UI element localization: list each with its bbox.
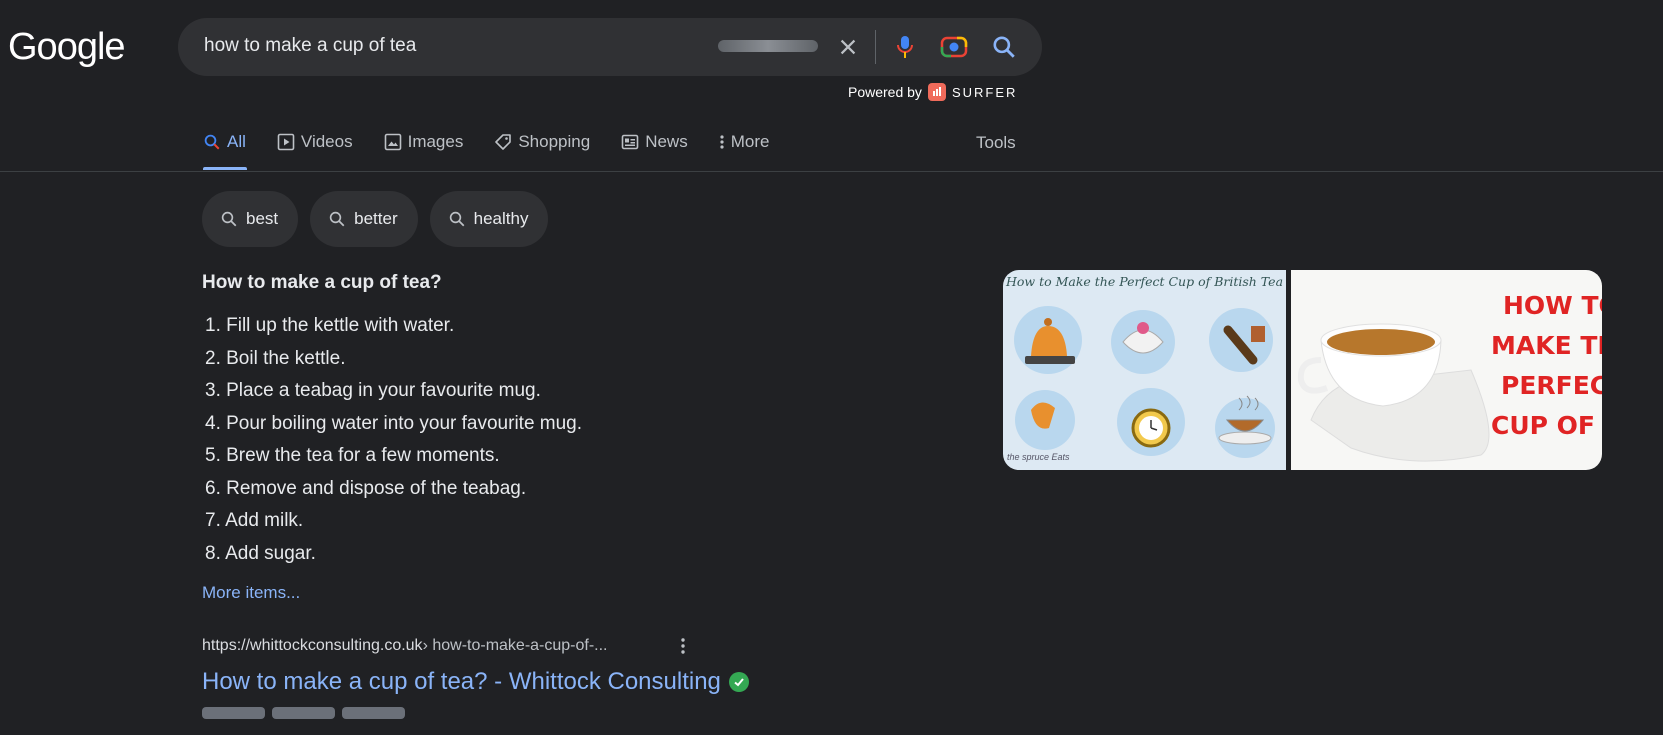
skeleton-line <box>272 707 335 719</box>
tools-button[interactable]: Tools <box>976 133 1016 153</box>
powered-by-label: Powered by <box>848 84 922 100</box>
more-items-link[interactable]: More items... <box>202 583 300 603</box>
tea-steps-illustration <box>1014 306 1275 458</box>
list-item: 1. Fill up the kettle with water. <box>205 315 455 336</box>
more-vert-icon <box>720 135 724 149</box>
tab-news[interactable]: News <box>621 132 688 152</box>
tab-label: Shopping <box>518 132 591 151</box>
chip-label: healthy <box>473 209 529 228</box>
redacted-placeholder <box>718 40 818 52</box>
list-item: 8. Add sugar. <box>205 542 316 564</box>
thumbnail-text: MAKE TH <box>1491 331 1602 360</box>
tab-all[interactable]: All <box>203 132 246 152</box>
surfer-brand: SURFER <box>951 84 1018 100</box>
tab-label: Images <box>407 132 464 151</box>
chip-healthy[interactable]: healthy <box>429 191 549 247</box>
result-title-link[interactable]: How to make a cup of tea? - Whittock Con… <box>202 668 749 696</box>
list-item: 3. Place a teabag in your favourite mug. <box>205 380 541 401</box>
chip-label: better <box>354 209 398 228</box>
chip-better[interactable]: better <box>310 191 418 247</box>
list-item: 7. Add milk. <box>205 510 304 531</box>
result-options-icon[interactable] <box>673 636 693 656</box>
thumbnail-text: HOW TO <box>1503 291 1602 320</box>
tab-label: News <box>645 132 688 151</box>
tea-cup-image[interactable]: HOW TO MAKE TH PERFECT CUP OF T <box>1291 270 1602 470</box>
microphone-icon[interactable] <box>890 32 920 62</box>
tab-images[interactable]: Images <box>384 132 464 152</box>
thumbnail-text: PERFECT <box>1501 371 1602 400</box>
list-item: 6. Remove and dispose of the teabag. <box>205 477 527 499</box>
surfer-logo-icon <box>927 83 946 101</box>
skeleton-line <box>202 707 265 719</box>
result-domain: https://whittockconsulting.co.uk <box>202 637 423 654</box>
result-snippet-placeholder <box>202 707 405 719</box>
list-item: 5. Brew the tea for a few moments. <box>205 445 500 466</box>
clear-icon[interactable] <box>833 32 863 62</box>
search-icon <box>449 211 465 227</box>
tab-videos[interactable]: Videos <box>277 132 353 152</box>
verified-check-icon <box>728 672 749 692</box>
search-icon <box>204 134 220 150</box>
search-icon[interactable] <box>989 32 1019 62</box>
play-icon <box>277 133 295 151</box>
chip-label: best <box>246 209 279 228</box>
tab-label: All <box>227 132 246 151</box>
tab-more[interactable]: More <box>719 132 770 152</box>
news-icon <box>621 134 639 150</box>
result-breadcrumb[interactable]: https://whittockconsulting.co.uk › how-t… <box>202 637 608 655</box>
list-item: 4. Pour boiling water into your favourit… <box>205 412 583 434</box>
skeleton-line <box>342 707 405 719</box>
search-icon <box>221 211 237 227</box>
search-bar[interactable]: how to make a cup of tea <box>178 18 1042 76</box>
camera-lens-icon[interactable] <box>939 32 969 62</box>
list-item: 2. Boil the kettle. <box>205 347 346 369</box>
active-tab-indicator <box>203 167 247 170</box>
result-title: How to make a cup of tea? - Whittock Con… <box>202 668 721 695</box>
tab-label: Videos <box>300 132 353 151</box>
refinement-chips: best better healthy <box>202 191 549 247</box>
image-icon <box>384 133 401 151</box>
snippet-question: How to make a cup of tea? <box>202 272 442 293</box>
powered-by: Powered by SURFER <box>848 83 1017 101</box>
result-path: › how-to-make-a-cup-of-... <box>422 637 608 654</box>
thumbnail-heading: HOW TO MAKE TH PERFECT CUP OF T <box>1491 286 1602 446</box>
search-tabs: All Videos Images Shopping News More <box>203 132 800 152</box>
search-divider <box>875 30 876 64</box>
tab-label: More <box>730 132 770 151</box>
tea-infographic-image[interactable]: How to Make the Perfect Cup of British T… <box>1003 270 1286 470</box>
snippet-images: How to Make the Perfect Cup of British T… <box>1003 270 1602 470</box>
snippet-steps: 1. Fill up the kettle with water. 2. Boi… <box>205 310 582 570</box>
tab-shopping[interactable]: Shopping <box>494 132 590 152</box>
search-input[interactable]: how to make a cup of tea <box>204 35 416 57</box>
chip-best[interactable]: best <box>202 191 299 247</box>
search-icon <box>329 211 345 227</box>
image-source: the spruce Eats <box>1007 452 1070 462</box>
thumbnail-text: CUP OF T <box>1491 411 1602 440</box>
google-logo[interactable]: Google <box>8 26 126 69</box>
tabs-divider <box>0 171 1663 172</box>
tag-icon <box>495 134 512 150</box>
